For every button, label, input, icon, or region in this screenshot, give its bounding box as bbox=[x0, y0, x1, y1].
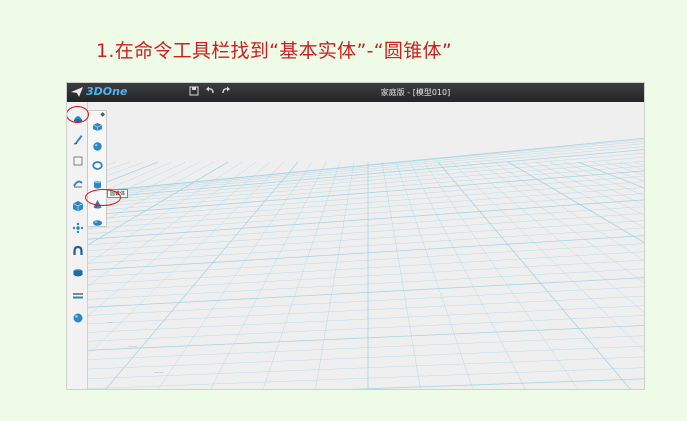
array-tool[interactable] bbox=[70, 265, 85, 280]
torus-tool[interactable] bbox=[90, 158, 105, 172]
command-toolbar bbox=[67, 102, 88, 389]
measure-tool[interactable] bbox=[70, 288, 85, 303]
basic-solids-submenu: ◆ bbox=[87, 110, 107, 227]
pin-icon[interactable]: ◆ bbox=[100, 111, 105, 118]
torus-icon bbox=[92, 160, 103, 170]
feature-icon bbox=[72, 180, 83, 187]
layers-icon bbox=[73, 268, 82, 276]
pen-icon bbox=[73, 134, 82, 144]
svg-text:—·—: —·— bbox=[128, 344, 137, 349]
render-tool[interactable] bbox=[70, 310, 85, 325]
combine-tool[interactable] bbox=[70, 243, 85, 258]
feature-tool[interactable] bbox=[70, 175, 85, 190]
cylinder-icon bbox=[94, 180, 101, 188]
title-bar: 3DOne 家庭版 - [模型010] bbox=[67, 83, 644, 102]
window-title: 家庭版 - [模型010] bbox=[380, 88, 451, 97]
sphere-icon bbox=[73, 313, 82, 322]
sphere-icon bbox=[93, 141, 102, 151]
edit-sketch-tool[interactable] bbox=[70, 153, 85, 168]
ruler-icon bbox=[72, 292, 83, 298]
sketch-tool[interactable] bbox=[70, 131, 85, 146]
3d-viewport[interactable]: — —·— —·— bbox=[88, 102, 645, 390]
svg-text:—: — bbox=[108, 320, 112, 325]
ellipsoid-icon bbox=[93, 219, 102, 226]
box-tool[interactable] bbox=[90, 119, 105, 133]
highlight-basic-solids bbox=[67, 106, 89, 123]
box-icon bbox=[92, 122, 103, 131]
sphere-tool[interactable] bbox=[90, 139, 105, 153]
slide-title: 1.在命令工具栏找到“基本实体”-“圆锥体” bbox=[96, 40, 452, 62]
transform-tool[interactable] bbox=[70, 220, 85, 235]
svg-text:—·—: —·— bbox=[154, 370, 163, 375]
special-feature-tool[interactable] bbox=[70, 198, 85, 213]
move-icon bbox=[72, 222, 83, 233]
highlight-cone bbox=[85, 189, 121, 206]
magnet-icon bbox=[72, 245, 83, 255]
square-icon bbox=[73, 156, 82, 165]
app-window: 3DOne 家庭版 - [模型010] — —·— —·— ◆ 圆锥体 bbox=[66, 82, 645, 390]
ellipsoid-tool[interactable] bbox=[90, 215, 105, 229]
cube-icon bbox=[72, 200, 83, 211]
